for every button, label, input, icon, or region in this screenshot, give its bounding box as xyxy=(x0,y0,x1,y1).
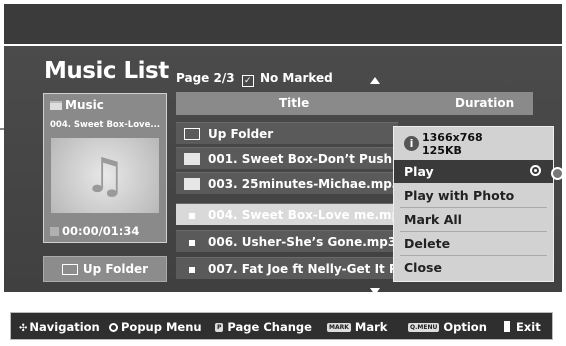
menu-item-label: Delete xyxy=(404,236,451,251)
list-item[interactable]: 001. Sweet Box-Don’t Push Me xyxy=(176,147,398,169)
album-art: ♫ xyxy=(51,138,159,213)
menu-item-play[interactable]: Play xyxy=(394,160,553,183)
menu-item-label: Mark All xyxy=(404,212,462,227)
folder-icon xyxy=(184,153,200,165)
marked-status: No Marked xyxy=(259,71,333,85)
scroll-up-arrow-icon[interactable] xyxy=(370,77,380,84)
mark-key-icon: MARK xyxy=(327,323,351,332)
music-note-icon: ♫ xyxy=(83,147,127,204)
guide-popup-menu: Popup Menu xyxy=(109,320,202,334)
file-size: 125KB xyxy=(422,144,462,157)
playback-time: 00:00/01:34 xyxy=(50,224,139,238)
file-bullet-icon xyxy=(189,213,195,219)
list-item-selected[interactable]: 004. Sweet Box-Love me.mp3 xyxy=(176,203,398,225)
menu-item-delete[interactable]: Delete xyxy=(394,232,553,255)
page-number: Page 2/3 xyxy=(176,71,235,85)
file-info: i 1366x768 125KB xyxy=(394,127,553,160)
list-item[interactable]: 006. Usher-She’s Gone.mp3 xyxy=(176,230,398,252)
preview-panel: Music 004. Sweet Box-Love... ♫ 00:00/01:… xyxy=(43,93,167,243)
menu-item-close[interactable]: Close xyxy=(394,256,553,279)
up-folder-button[interactable]: Up Folder xyxy=(43,256,167,282)
up-folder-button-label: Up Folder xyxy=(82,262,149,276)
folder-icon xyxy=(50,101,62,110)
playback-time-text: 00:00/01:34 xyxy=(62,224,140,238)
pointer-knob-icon xyxy=(551,167,564,180)
edge-marker xyxy=(0,128,4,130)
scroll-down-arrow-icon[interactable] xyxy=(370,288,380,295)
menu-item-mark-all[interactable]: Mark All xyxy=(394,208,553,231)
list-item-up-folder[interactable]: Up Folder xyxy=(176,122,398,144)
preview-header: Music xyxy=(50,98,104,112)
list-item-label: 004. Sweet Box-Love me.mp3 xyxy=(208,208,398,222)
guide-label: Mark xyxy=(354,320,388,334)
info-icon: i xyxy=(404,136,419,151)
menu-item-label: Play xyxy=(404,164,434,179)
top-bar xyxy=(4,4,562,44)
guide-page-change: P Page Change xyxy=(215,320,312,334)
guide-navigation: ✣ Navigation xyxy=(19,320,100,334)
guide-label: Page Change xyxy=(227,320,312,334)
guide-label: Navigation xyxy=(29,320,100,334)
menu-item-label: Play with Photo xyxy=(404,188,515,203)
remote-guide-bar: ✣ Navigation Popup Menu P Page Change MARK… xyxy=(10,312,553,340)
ok-button-icon xyxy=(109,323,118,332)
list-item-label: 003. 25minutes-Michae.mp3 xyxy=(208,177,398,191)
file-bullet-icon xyxy=(189,240,195,246)
page-title: Music List xyxy=(44,58,169,84)
file-resolution: 1366x768 xyxy=(422,131,483,144)
column-title: Title xyxy=(279,96,310,110)
up-folder-icon xyxy=(61,263,78,275)
list-item[interactable]: 003. 25minutes-Michae.mp3 xyxy=(176,172,398,194)
page-key-icon: P xyxy=(215,323,224,332)
preview-song-title: 004. Sweet Box-Love... xyxy=(50,120,161,130)
page-info: Page 2/3 ✓ No Marked xyxy=(176,71,333,87)
popup-menu: i 1366x768 125KB Play Play with Photo Ma… xyxy=(393,126,554,282)
guide-label: Popup Menu xyxy=(121,320,202,334)
file-bullet-icon xyxy=(189,267,195,273)
exit-icon xyxy=(504,321,510,332)
list-item-label: 001. Sweet Box-Don’t Push Me xyxy=(208,152,398,166)
guide-label: Option xyxy=(443,320,487,334)
list-item-label: 006. Usher-She’s Gone.mp3 xyxy=(208,235,397,249)
guide-option: Q.MENU Option xyxy=(408,320,487,334)
column-duration: Duration xyxy=(455,96,515,110)
guide-mark: MARK Mark xyxy=(327,320,387,334)
list-item[interactable]: 007. Fat Joe ft Nelly-Get It Po... xyxy=(176,257,398,279)
list-item-label: Up Folder xyxy=(208,127,274,141)
guide-exit: Exit xyxy=(504,320,541,334)
checkbox-icon: ✓ xyxy=(241,75,254,87)
qmenu-key-icon: Q.MENU xyxy=(408,323,440,332)
folder-icon xyxy=(184,178,200,190)
menu-item-play-with-photo[interactable]: Play with Photo xyxy=(394,184,553,207)
list-header: Title Duration xyxy=(176,92,533,115)
up-folder-icon xyxy=(184,128,200,140)
menu-item-label: Close xyxy=(404,260,442,275)
list-item-label: 007. Fat Joe ft Nelly-Get It Po... xyxy=(208,262,398,276)
preview-folder-label: Music xyxy=(65,98,104,112)
radio-selected-icon xyxy=(530,165,541,176)
guide-label: Exit xyxy=(516,320,541,334)
navigation-icon: ✣ xyxy=(19,323,28,334)
progress-icon xyxy=(50,227,59,236)
